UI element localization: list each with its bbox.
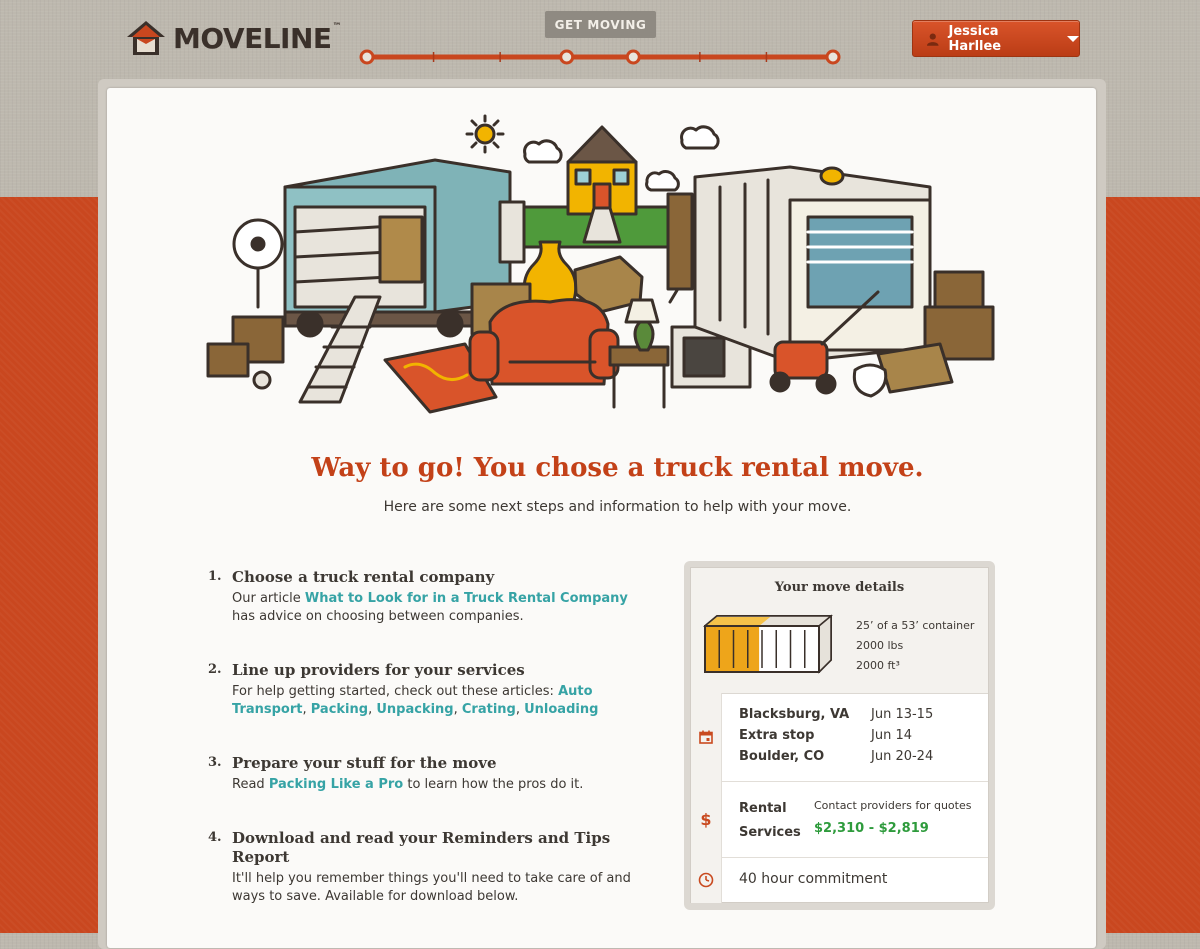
brand-name: MOVELINE™ xyxy=(173,21,342,55)
article-link-unloading[interactable]: Unloading xyxy=(524,702,598,717)
time-commitment-section: 40 hour commitment xyxy=(691,857,988,903)
article-link-packing-like-a-pro[interactable]: Packing Like a Pro xyxy=(269,777,403,792)
container-length: 25’ of a 53’ container xyxy=(856,619,975,632)
progress-node xyxy=(359,49,375,65)
step-2: 2. Line up providers for your services F… xyxy=(208,661,648,754)
step-1: 1. Choose a truck rental company Our art… xyxy=(208,568,648,661)
article-link-crating[interactable]: Crating xyxy=(462,702,516,717)
move-details-title: Your move details xyxy=(774,580,905,595)
progress-node xyxy=(625,49,641,65)
clock-icon xyxy=(698,872,714,888)
article-link-truck-rental-company[interactable]: What to Look for in a Truck Rental Compa… xyxy=(305,591,628,606)
stop-destination-dates: Jun 20-24 xyxy=(871,749,934,764)
article-link-unpacking[interactable]: Unpacking xyxy=(376,702,453,717)
cloud-icon xyxy=(523,139,563,164)
step-title: Line up providers for your services xyxy=(232,661,525,679)
step-body: It'll help you remember things you'll ne… xyxy=(232,871,631,904)
services-note: Contact providers for quotes xyxy=(814,799,972,812)
container-weight: 2000 lbs xyxy=(856,639,904,652)
calendar-icon-cell xyxy=(691,693,722,781)
step-3: 3. Prepare your stuff for the move Read … xyxy=(208,754,648,829)
cloud-icon xyxy=(645,169,680,192)
moveline-logo[interactable]: MOVELINE™ xyxy=(125,19,342,57)
services-price-range: $2,310 - $2,819 xyxy=(814,821,929,836)
step-body: For help getting started, check out thes… xyxy=(232,684,599,717)
progress-node xyxy=(825,49,841,65)
step-title: Choose a truck rental company xyxy=(232,568,495,586)
subhead: Here are some next steps and information… xyxy=(383,499,852,515)
calendar-icon xyxy=(699,730,713,744)
user-menu-button[interactable]: Jessica Harllee xyxy=(912,20,1080,57)
progress-node xyxy=(559,49,575,65)
move-details-panel: Your move details 25’ of a 53’ container… xyxy=(690,567,989,903)
stop-origin: Blacksburg, VA xyxy=(739,707,850,722)
services-label: Rental Services xyxy=(739,801,801,840)
container-fill-level xyxy=(706,627,760,671)
dollar-icon-cell: $ xyxy=(691,781,722,857)
user-name: Jessica Harllee xyxy=(948,23,1002,54)
chevron-down-icon xyxy=(1067,35,1079,42)
container-volume: 2000 ft³ xyxy=(856,659,900,672)
progress-step-label: GET MOVING xyxy=(545,11,656,38)
move-stops-section: Blacksburg, VA Jun 13-15 Extra stop Jun … xyxy=(691,693,988,782)
stop-origin-dates: Jun 13-15 xyxy=(871,707,934,722)
progress-track xyxy=(359,49,841,65)
step-title: Prepare your stuff for the move xyxy=(232,754,497,772)
container-capacity-icon xyxy=(703,614,833,674)
dollar-icon: $ xyxy=(700,809,712,829)
sun-icon xyxy=(465,114,505,154)
stop-extra: Extra stop xyxy=(739,728,815,743)
commitment-text: 40 hour commitment xyxy=(739,871,888,887)
article-link-packing[interactable]: Packing xyxy=(311,702,368,717)
headline: Way to go! You chose a truck rental move… xyxy=(311,453,924,483)
step-4: 4. Download and read your Reminders and … xyxy=(208,829,648,906)
capacity-section: Your move details 25’ of a 53’ container… xyxy=(691,568,988,694)
house-box-logo-icon xyxy=(127,21,165,55)
stop-destination: Boulder, CO xyxy=(739,749,825,764)
stop-extra-dates: Jun 14 xyxy=(871,728,912,743)
capacity-info: 25’ of a 53’ container 2000 lbs 2000 ft³ xyxy=(856,616,974,676)
step-title: Download and read your Reminders and Tip… xyxy=(232,829,611,866)
user-icon xyxy=(926,32,939,46)
cloud-icon xyxy=(680,125,720,150)
next-steps-list: 1. Choose a truck rental company Our art… xyxy=(208,568,648,906)
clock-icon-cell xyxy=(691,857,722,903)
step-body: Our article What to Look for in a Truck … xyxy=(232,591,628,624)
rental-services-section: $ Rental Services Contact providers for … xyxy=(691,781,988,858)
moving-scene-illustration xyxy=(206,114,995,414)
step-body: Read Packing Like a Pro to learn how the… xyxy=(232,777,584,792)
